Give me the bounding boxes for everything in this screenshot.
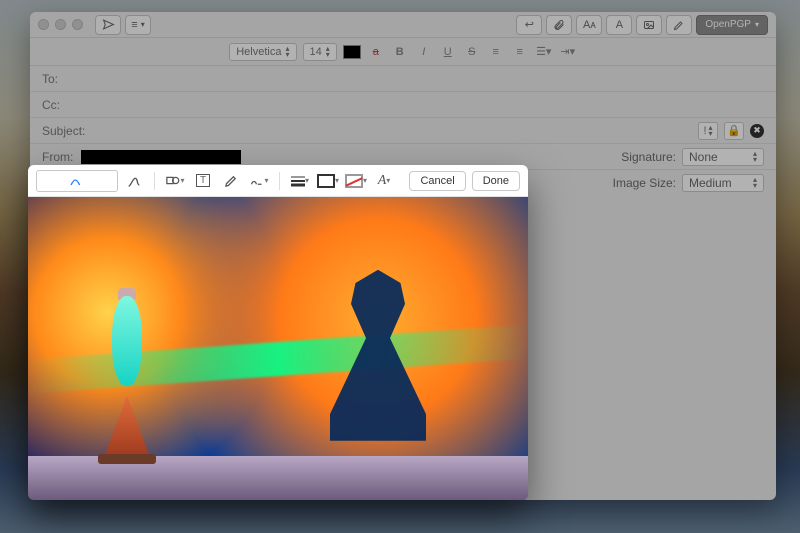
close-dot[interactable]: [38, 19, 49, 30]
text-style-menu[interactable]: A▾: [372, 170, 396, 192]
openpgp-menu[interactable]: OpenPGP▾: [696, 15, 768, 35]
from-label: From:: [42, 150, 73, 164]
text-color-swatch[interactable]: [343, 45, 361, 59]
signature-select[interactable]: None▴▾: [682, 148, 764, 166]
text-style-glyph: A: [378, 173, 387, 189]
minimize-dot[interactable]: [55, 19, 66, 30]
format-bar: Helvetica▴▾ 14▴▾ a B I U S ≡ ≡ ☰▾ ⇥▾: [30, 38, 776, 66]
line-weight-menu[interactable]: ▾: [288, 170, 312, 192]
photo-browser-button[interactable]: [636, 15, 662, 35]
sketch-tool-icon[interactable]: [36, 170, 118, 192]
font-size-select[interactable]: 14▴▾: [303, 43, 337, 61]
subject-row[interactable]: Subject: !▴▾ 🔒 ✖: [30, 118, 776, 144]
titlebar: ≡ ↩ Aᴀ A OpenPGP▾: [30, 12, 776, 38]
openpgp-label: OpenPGP: [705, 19, 751, 30]
zoom-dot[interactable]: [72, 19, 83, 30]
from-value-redacted: [81, 150, 241, 164]
priority-button[interactable]: !▴▾: [698, 122, 718, 140]
reply-button[interactable]: ↩: [516, 15, 542, 35]
sign-tool-icon[interactable]: [219, 170, 243, 192]
align-center-button[interactable]: ≡: [511, 43, 529, 61]
markup-canvas[interactable]: [28, 197, 528, 500]
to-label: To:: [42, 72, 58, 86]
list-button[interactable]: ☰▾: [535, 43, 553, 61]
cancel-button[interactable]: Cancel: [409, 171, 465, 191]
markup-popover: ▾ T ▾ ▾ ▾ ▾ A▾ Cancel Done: [28, 165, 528, 500]
shapes-tool-icon[interactable]: ▾: [163, 170, 187, 192]
attach-button[interactable]: [546, 15, 572, 35]
align-left-button[interactable]: ≡: [487, 43, 505, 61]
cancel-label: Cancel: [420, 175, 454, 187]
markup-button[interactable]: [666, 15, 692, 35]
signature-label: Signature:: [621, 150, 676, 164]
strikethrough-button[interactable]: S: [463, 43, 481, 61]
encrypt-lock-button[interactable]: 🔒: [724, 122, 744, 140]
font-size-value: 14: [310, 46, 322, 58]
indent-button[interactable]: ⇥▾: [559, 43, 577, 61]
cc-label: Cc:: [42, 98, 60, 112]
text-color-alt[interactable]: a: [367, 43, 385, 61]
image-size-select[interactable]: Medium▴▾: [682, 174, 764, 192]
stop-button[interactable]: ✖: [750, 124, 764, 138]
cc-row[interactable]: Cc:: [30, 92, 776, 118]
attached-image: [28, 197, 528, 500]
stroke-color-menu[interactable]: ▾: [316, 170, 340, 192]
image-size-label: Image Size:: [613, 176, 676, 190]
done-button[interactable]: Done: [472, 171, 520, 191]
header-fields-menu[interactable]: ≡: [125, 15, 151, 35]
underline-button[interactable]: U: [439, 43, 457, 61]
font-family-value: Helvetica: [236, 46, 281, 58]
window-traffic-lights: [38, 19, 83, 30]
font-button[interactable]: A: [606, 15, 632, 35]
bold-button[interactable]: B: [391, 43, 409, 61]
subject-label: Subject:: [42, 124, 85, 138]
done-label: Done: [483, 175, 509, 187]
fill-color-menu[interactable]: ▾: [344, 170, 368, 192]
markup-toolbar: ▾ T ▾ ▾ ▾ ▾ A▾ Cancel Done: [28, 165, 528, 197]
format-button[interactable]: Aᴀ: [576, 15, 602, 35]
signature-value: None: [689, 150, 718, 164]
italic-button[interactable]: I: [415, 43, 433, 61]
to-row[interactable]: To:: [30, 66, 776, 92]
text-tool-icon[interactable]: T: [191, 170, 215, 192]
draw-tool-icon[interactable]: [122, 170, 146, 192]
send-button[interactable]: [95, 15, 121, 35]
image-size-value: Medium: [689, 176, 732, 190]
font-family-select[interactable]: Helvetica▴▾: [229, 43, 296, 61]
loupe-tool-icon[interactable]: ▾: [247, 170, 271, 192]
